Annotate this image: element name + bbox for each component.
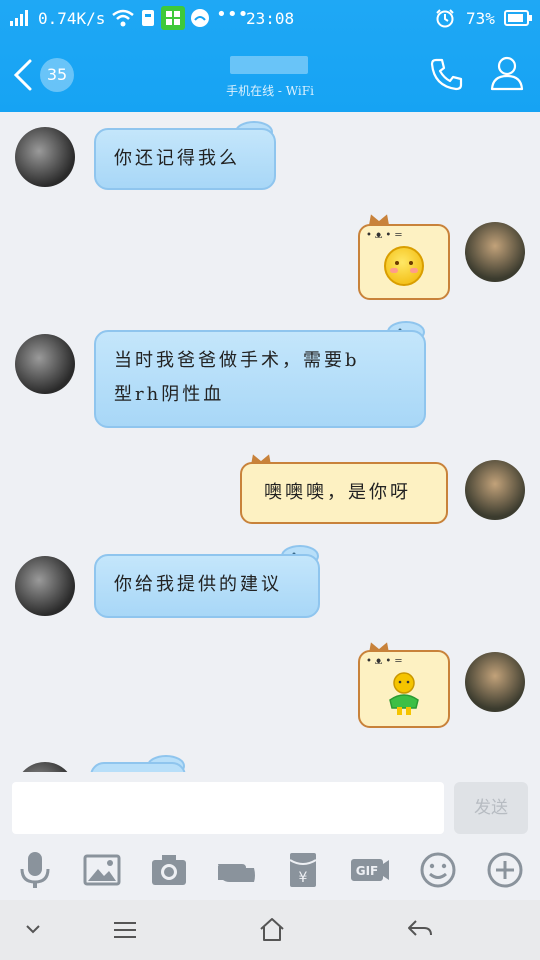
title-bar: 35 手机在线 - WiFi [0,36,540,112]
contact-status: 手机在线 - WiFi [226,84,314,98]
alarm-icon [436,9,454,28]
battery-icon [504,10,532,26]
home-icon[interactable] [258,916,286,942]
clock: 23:08 [246,9,295,28]
blush-face-emoji [384,246,424,286]
contact-name [230,56,308,74]
profile-icon[interactable] [489,54,525,92]
chat-area[interactable]: 你还记得我么 •ᴥ•= 当时我爸爸做手术，需要b 型rh阴性血 噢噢噢，是你呀 [0,112,540,780]
header-bar: 0.74K/s ••• 23:08 73% 35 手机在线 - WiFi [0,0,540,112]
smiley-icon[interactable] [418,850,458,890]
unread-count-badge[interactable]: 35 [40,58,74,92]
svg-text:GIF: GIF [356,864,379,878]
send-button[interactable]: 发送 [454,782,528,834]
network-speed: 0.74K/s [38,9,106,28]
message-line: 型rh阴性血 [114,384,225,405]
message-input[interactable] [12,782,444,834]
contact-avatar[interactable] [15,556,75,616]
message-bubble-right[interactable]: •ᴥ•= [358,639,452,728]
message-bubble-right[interactable]: •ᴥ•= [358,211,454,300]
image-icon[interactable] [82,850,122,890]
message-bubble-left[interactable]: 你给我提供的建议 [94,545,320,618]
collapse-icon[interactable] [24,922,42,936]
back-nav-icon[interactable] [406,918,434,940]
microphone-icon[interactable] [15,850,55,890]
camera-icon[interactable] [149,850,189,890]
message-line: 当时我爸爸做手术，需要b [114,350,360,371]
app-icon [161,6,185,30]
battery-percent: 73% [466,9,495,28]
wifi-icon [112,9,134,27]
message-bubble-left[interactable]: 当时我爸爸做手术，需要b 型rh阴性血 [94,321,426,428]
hand-icon[interactable] [216,850,256,890]
phone-icon[interactable] [428,56,464,92]
message-text: 你给我提供的建议 [94,554,320,618]
message-bubble-left[interactable]: 你还记得我么 [94,121,276,190]
message-text: 你还记得我么 [94,128,276,190]
signal-icon [10,10,28,26]
message-text: 当时我爸爸做手术，需要b 型rh阴性血 [94,330,426,428]
message-text: 噢噢噢，是你呀 [240,462,448,524]
toolbar: ¥ GIF [0,842,540,898]
my-avatar[interactable] [465,222,525,282]
contact-avatar[interactable] [15,334,75,394]
emoji-bubble: •ᴥ•= [358,224,450,300]
message-bubble-right[interactable]: 噢噢噢，是你呀 [240,451,448,524]
gif-icon[interactable]: GIF [350,850,390,890]
emoji-bubble: •ᴥ•= [358,650,450,728]
cloud-icon [191,9,209,27]
status-bar: 0.74K/s ••• 23:08 73% [0,0,540,36]
menu-icon[interactable] [112,920,138,940]
plus-icon[interactable] [485,850,525,890]
sim-icon [142,10,154,26]
system-nav-bar [0,900,540,960]
back-icon[interactable] [12,58,34,92]
contact-avatar[interactable] [15,127,75,187]
my-avatar[interactable] [465,460,525,520]
svg-text:¥: ¥ [299,870,308,886]
person-figure-emoji [389,672,419,715]
red-packet-icon[interactable]: ¥ [283,850,323,890]
cat-face-decoration: •ᴥ•= [366,230,406,241]
my-avatar[interactable] [465,652,525,712]
more-icon: ••• [216,4,249,25]
cat-face-decoration: •ᴥ•= [366,656,406,667]
